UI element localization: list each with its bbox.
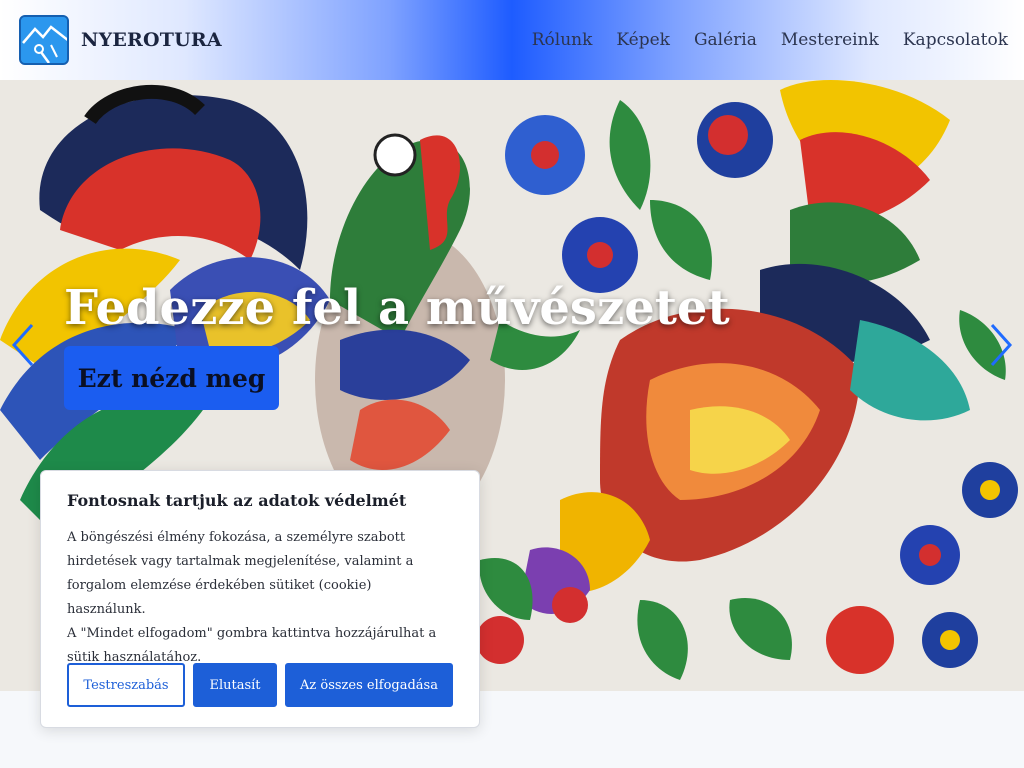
brand[interactable]: NYEROTURA xyxy=(19,15,222,65)
cookie-text-line: A "Mindet elfogadom" gombra kattintva ho… xyxy=(67,626,437,641)
chevron-left-icon xyxy=(11,323,34,367)
cookie-dialog-title: Fontosnak tartjuk az adatok védelmét xyxy=(67,491,407,510)
nav-item-kapcsolatok[interactable]: Kapcsolatok xyxy=(903,30,1008,50)
nav-item-kepek[interactable]: Képek xyxy=(616,30,670,50)
hero-cta-button[interactable]: Ezt nézd meg xyxy=(64,346,279,410)
main-nav: Rólunk Képek Galéria Mestereink Kapcsola… xyxy=(532,30,1008,50)
cookie-dialog-text: A böngészési élmény fokozása, a személyr… xyxy=(67,526,453,670)
site-header: NYEROTURA Rólunk Képek Galéria Mesterein… xyxy=(0,0,1024,80)
carousel-prev-button[interactable] xyxy=(8,322,38,368)
hero-title: Fedezze fel a művészetet xyxy=(64,280,730,336)
brand-name: NYEROTURA xyxy=(81,29,222,51)
reject-button[interactable]: Elutasít xyxy=(193,663,277,707)
accept-all-button[interactable]: Az összes elfogadása xyxy=(285,663,453,707)
chevron-right-icon xyxy=(990,323,1013,367)
nav-item-mestereink[interactable]: Mestereink xyxy=(781,30,879,50)
carousel-next-button[interactable] xyxy=(986,322,1016,368)
nav-item-galeria[interactable]: Galéria xyxy=(694,30,757,50)
cookie-button-row: Testreszabás Elutasít Az összes elfogadá… xyxy=(67,663,453,707)
cookie-text-line: forgalom elemzése érdekében sütiket (coo… xyxy=(67,578,372,617)
cookie-text-line: hirdetések vagy tartalmak megjelenítése,… xyxy=(67,554,414,569)
nav-item-rolunk[interactable]: Rólunk xyxy=(532,30,593,50)
mountain-logo-icon xyxy=(19,15,69,65)
cookie-consent-dialog: Fontosnak tartjuk az adatok védelmét A b… xyxy=(40,470,480,728)
cookie-text-line: A böngészési élmény fokozása, a személyr… xyxy=(67,530,406,545)
customize-button[interactable]: Testreszabás xyxy=(67,663,185,707)
